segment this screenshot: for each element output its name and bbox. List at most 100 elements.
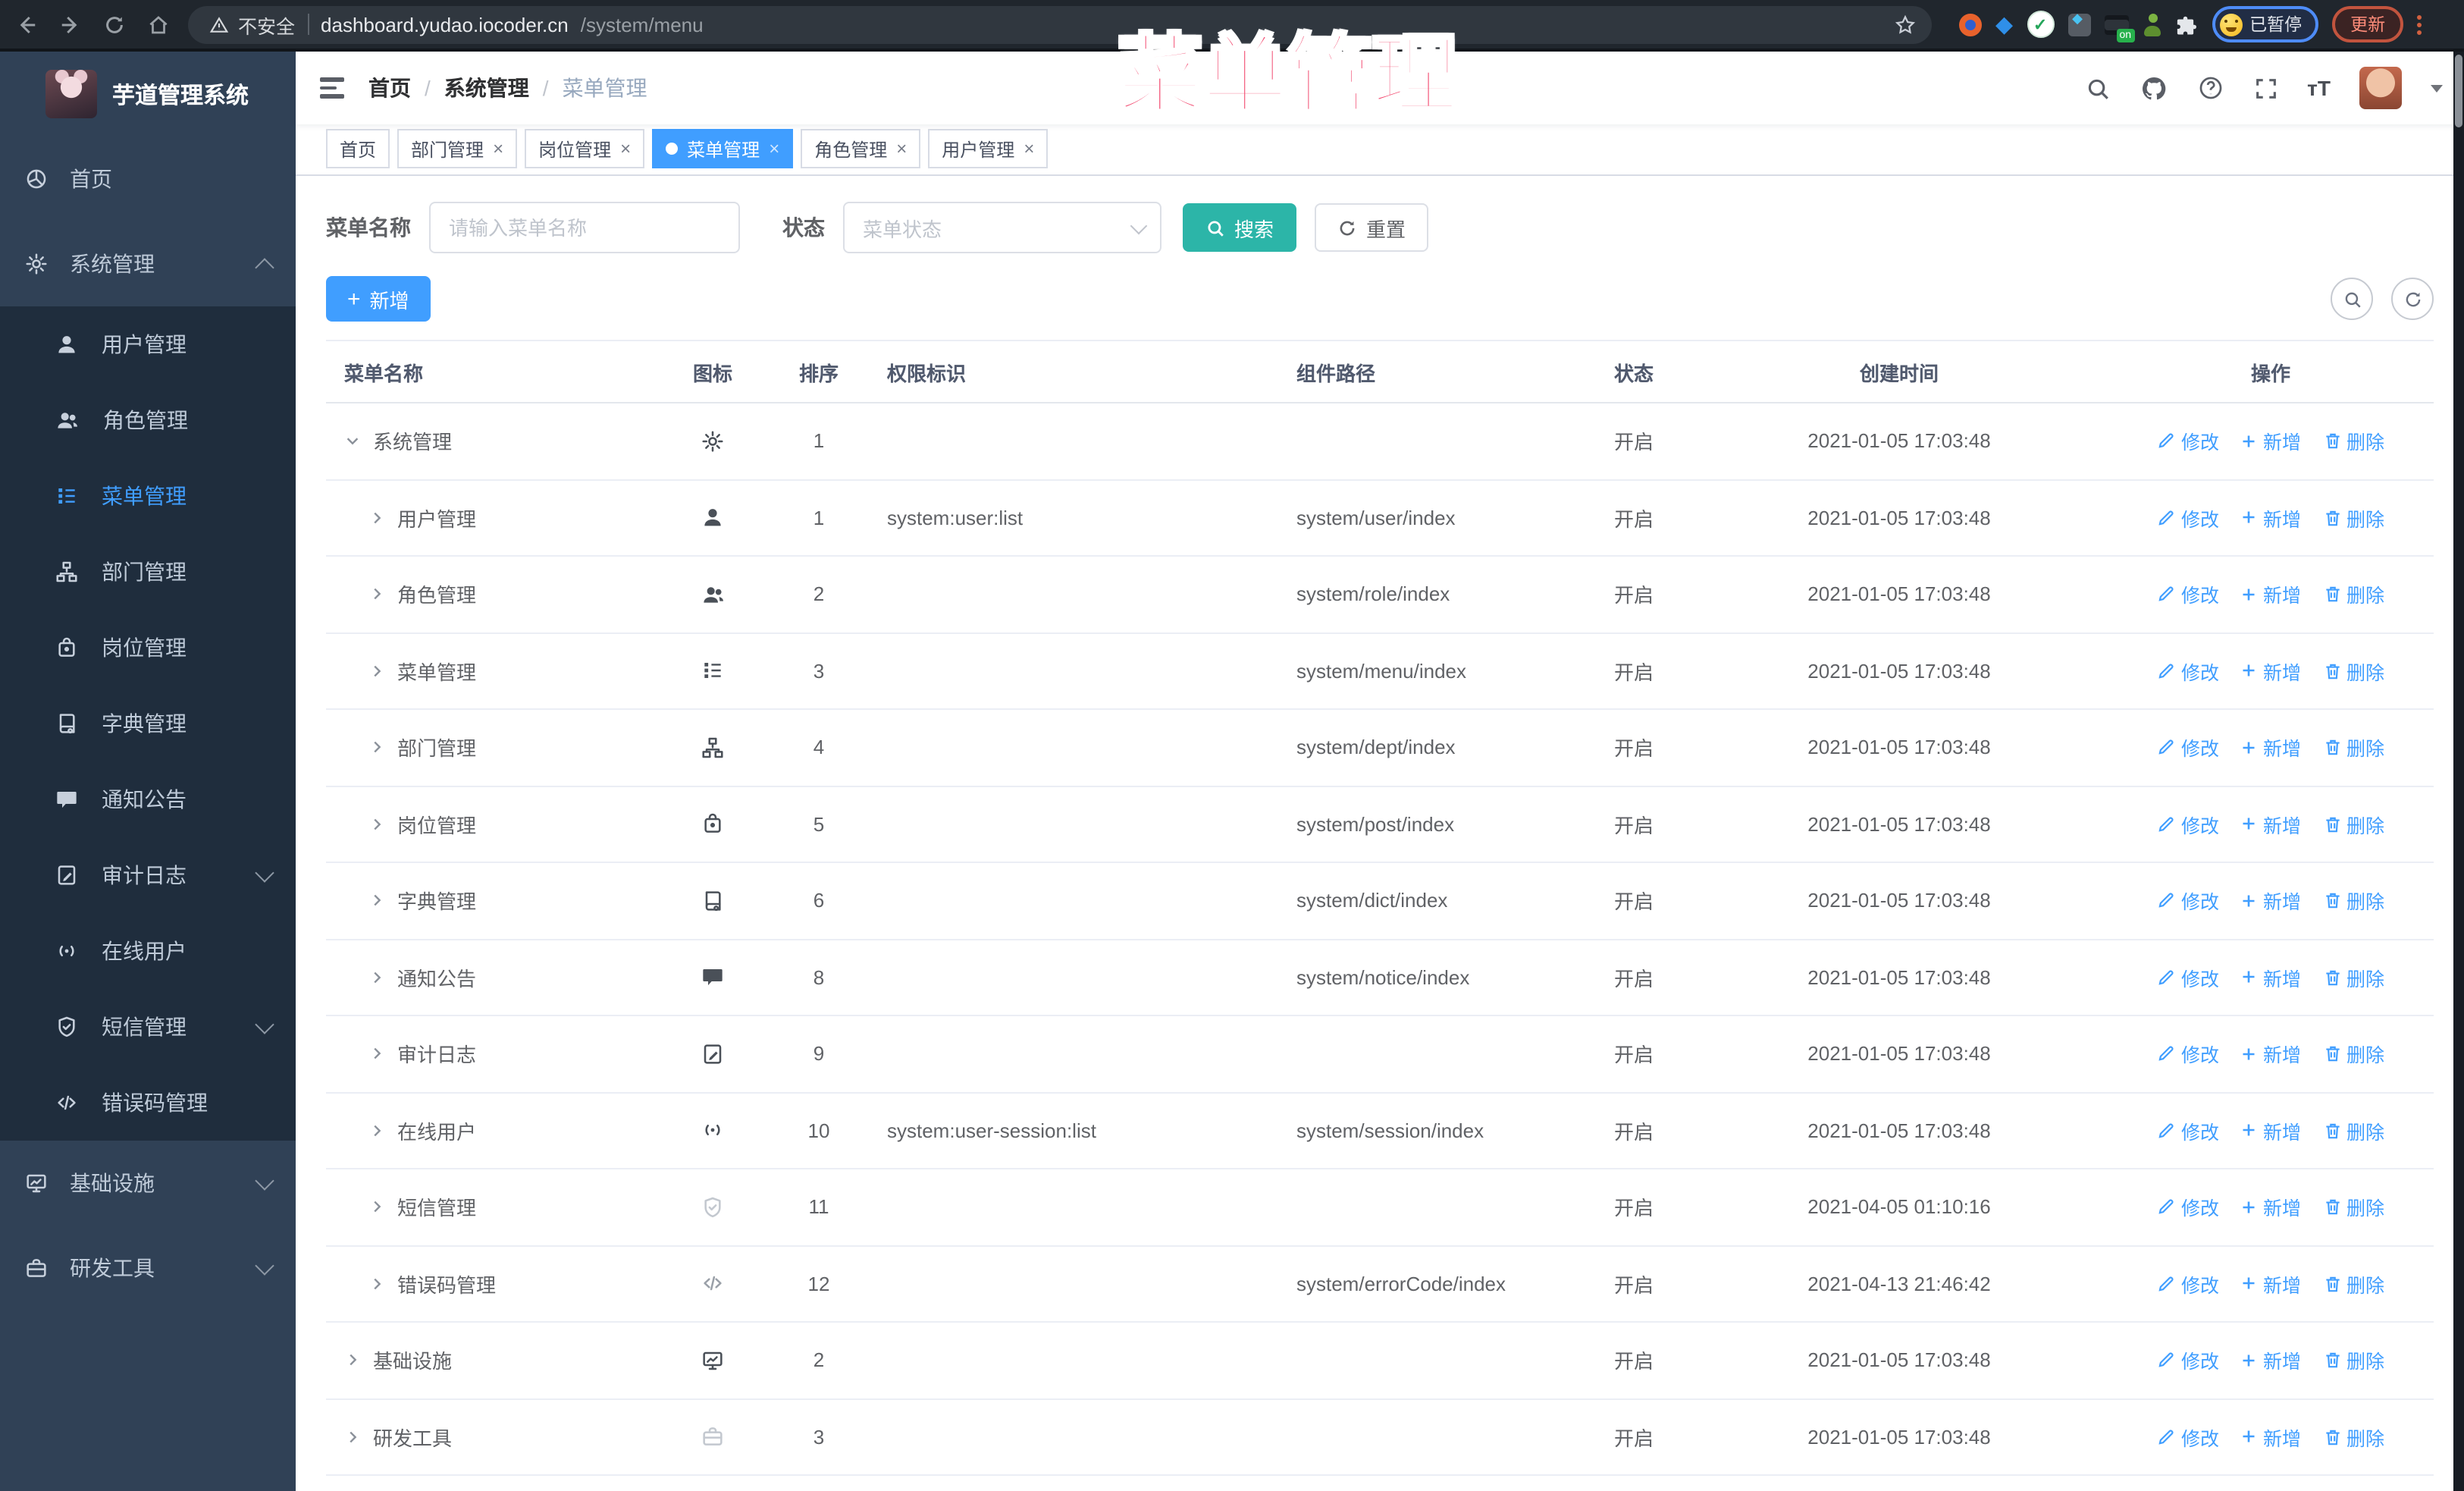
- search-icon[interactable]: [2084, 75, 2110, 101]
- edit-link[interactable]: 修改: [2157, 1116, 2219, 1145]
- tab-角色管理[interactable]: 角色管理 ×: [801, 129, 921, 168]
- font-size-icon[interactable]: тT: [2307, 76, 2331, 100]
- collapse-caret-icon[interactable]: [344, 1429, 361, 1445]
- delete-link[interactable]: 删除: [2322, 887, 2384, 915]
- add-link[interactable]: 新增: [2240, 504, 2301, 532]
- delete-link[interactable]: 删除: [2322, 733, 2384, 762]
- add-link[interactable]: 新增: [2240, 427, 2301, 456]
- add-link[interactable]: 新增: [2240, 733, 2301, 762]
- edit-link[interactable]: 修改: [2157, 1193, 2219, 1222]
- edit-link[interactable]: 修改: [2157, 580, 2219, 609]
- collapse-caret-icon[interactable]: [344, 1352, 361, 1369]
- toggle-search-button[interactable]: [2331, 278, 2373, 320]
- sidebar-item-shield[interactable]: 短信管理: [0, 989, 296, 1065]
- sidebar-item-dashboard[interactable]: 首页: [0, 137, 296, 221]
- tab-部门管理[interactable]: 部门管理 ×: [397, 129, 518, 168]
- refresh-table-button[interactable]: [2391, 278, 2434, 320]
- orange-donut-extension-icon[interactable]: [1959, 13, 1982, 36]
- breadcrumb-item[interactable]: 系统管理: [444, 73, 529, 103]
- tab-首页[interactable]: 首页: [326, 129, 390, 168]
- bookmark-star-icon[interactable]: [1894, 13, 1917, 36]
- sidebar-item-user[interactable]: 用户管理: [0, 306, 296, 382]
- address-bar[interactable]: 不安全 dashboard.yudao.iocoder.cn/system/me…: [188, 5, 1932, 43]
- browser-reload-icon[interactable]: [103, 13, 126, 36]
- browser-forward-icon[interactable]: [59, 13, 82, 36]
- add-link[interactable]: 新增: [2240, 657, 2301, 686]
- delete-link[interactable]: 删除: [2322, 963, 2384, 992]
- sidebar-item-infra[interactable]: 基础设施: [0, 1141, 296, 1226]
- delete-link[interactable]: 删除: [2322, 1270, 2384, 1298]
- edit-link[interactable]: 修改: [2157, 1040, 2219, 1069]
- tab-用户管理[interactable]: 用户管理 ×: [928, 129, 1049, 168]
- green-shield-extension-icon[interactable]: ✓: [2027, 11, 2055, 38]
- sidebar-item-users[interactable]: 角色管理: [0, 382, 296, 458]
- edit-link[interactable]: 修改: [2157, 1270, 2219, 1298]
- sidebar-item-gear[interactable]: 系统管理: [0, 221, 296, 306]
- edit-link[interactable]: 修改: [2157, 963, 2219, 992]
- collapse-caret-icon[interactable]: [368, 1122, 385, 1139]
- extensions-puzzle-icon[interactable]: [2175, 13, 2198, 36]
- user-avatar[interactable]: [2359, 67, 2402, 109]
- sidebar-item-tree[interactable]: 部门管理: [0, 534, 296, 610]
- help-icon[interactable]: [2196, 74, 2224, 102]
- collapse-caret-icon[interactable]: [368, 893, 385, 909]
- reset-button[interactable]: 重置: [1315, 203, 1429, 252]
- green-avatar-extension-icon[interactable]: [2142, 13, 2161, 36]
- sidebar-item-message[interactable]: 通知公告: [0, 761, 296, 837]
- overflow-menu-icon[interactable]: [2417, 14, 2422, 34]
- delete-link[interactable]: 删除: [2322, 657, 2384, 686]
- add-link[interactable]: 新增: [2240, 1040, 2301, 1069]
- status-select[interactable]: 菜单状态: [843, 202, 1161, 253]
- breadcrumb-item[interactable]: 首页: [368, 73, 411, 103]
- delete-link[interactable]: 删除: [2322, 1116, 2384, 1145]
- collapse-caret-icon[interactable]: [368, 1046, 385, 1063]
- collapse-caret-icon[interactable]: [368, 816, 385, 833]
- delete-link[interactable]: 删除: [2322, 1423, 2384, 1452]
- add-link[interactable]: 新增: [2240, 963, 2301, 992]
- add-link[interactable]: 新增: [2240, 1193, 2301, 1222]
- sidebar-item-menu[interactable]: 菜单管理: [0, 458, 296, 534]
- add-link[interactable]: 新增: [2240, 1116, 2301, 1145]
- edit-link[interactable]: 修改: [2157, 733, 2219, 762]
- edit-link[interactable]: 修改: [2157, 504, 2219, 532]
- edit-link[interactable]: 修改: [2157, 657, 2219, 686]
- delete-link[interactable]: 删除: [2322, 1040, 2384, 1069]
- edit-link[interactable]: 修改: [2157, 887, 2219, 915]
- paused-profile-badge[interactable]: 已暂停: [2212, 6, 2319, 42]
- collapse-caret-icon[interactable]: [368, 1276, 385, 1292]
- tab-close-icon[interactable]: ×: [620, 140, 631, 158]
- add-link[interactable]: 新增: [2240, 887, 2301, 915]
- menu-name-input[interactable]: [429, 202, 740, 253]
- sidebar-item-code[interactable]: 错误码管理: [0, 1065, 296, 1141]
- delete-link[interactable]: 删除: [2322, 1346, 2384, 1375]
- browser-back-icon[interactable]: [15, 13, 38, 36]
- user-menu-caret-icon[interactable]: [2431, 84, 2443, 92]
- tab-close-icon[interactable]: ×: [896, 140, 907, 158]
- sidebar-item-log[interactable]: 审计日志: [0, 837, 296, 913]
- page-scrollbar[interactable]: [2453, 52, 2464, 1491]
- add-link[interactable]: 新增: [2240, 1270, 2301, 1298]
- collapse-caret-icon[interactable]: [368, 1199, 385, 1216]
- delete-link[interactable]: 删除: [2322, 504, 2384, 532]
- sidebar-toggle-icon[interactable]: [296, 52, 368, 124]
- sidebar-item-tool[interactable]: 研发工具: [0, 1226, 296, 1311]
- tab-岗位管理[interactable]: 岗位管理 ×: [525, 129, 645, 168]
- collapse-caret-icon[interactable]: [368, 663, 385, 680]
- add-link[interactable]: 新增: [2240, 1346, 2301, 1375]
- tab-close-icon[interactable]: ×: [493, 140, 503, 158]
- github-icon[interactable]: [2139, 74, 2168, 102]
- collapse-caret-icon[interactable]: [368, 969, 385, 986]
- edit-link[interactable]: 修改: [2157, 1346, 2219, 1375]
- sidebar-item-post[interactable]: 岗位管理: [0, 610, 296, 686]
- search-button[interactable]: 搜索: [1183, 203, 1297, 252]
- collapse-caret-icon[interactable]: [368, 586, 385, 603]
- blue-gem-extension-icon[interactable]: ◆: [1995, 13, 2013, 36]
- edit-link[interactable]: 修改: [2157, 427, 2219, 456]
- add-link[interactable]: 新增: [2240, 810, 2301, 839]
- list-on-extension-icon[interactable]: on: [2104, 14, 2135, 42]
- delete-link[interactable]: 删除: [2322, 1193, 2384, 1222]
- update-button[interactable]: 更新: [2332, 6, 2404, 42]
- add-link[interactable]: 新增: [2240, 1423, 2301, 1452]
- tab-close-icon[interactable]: ×: [1024, 140, 1034, 158]
- scrollbar-thumb[interactable]: [2455, 55, 2462, 127]
